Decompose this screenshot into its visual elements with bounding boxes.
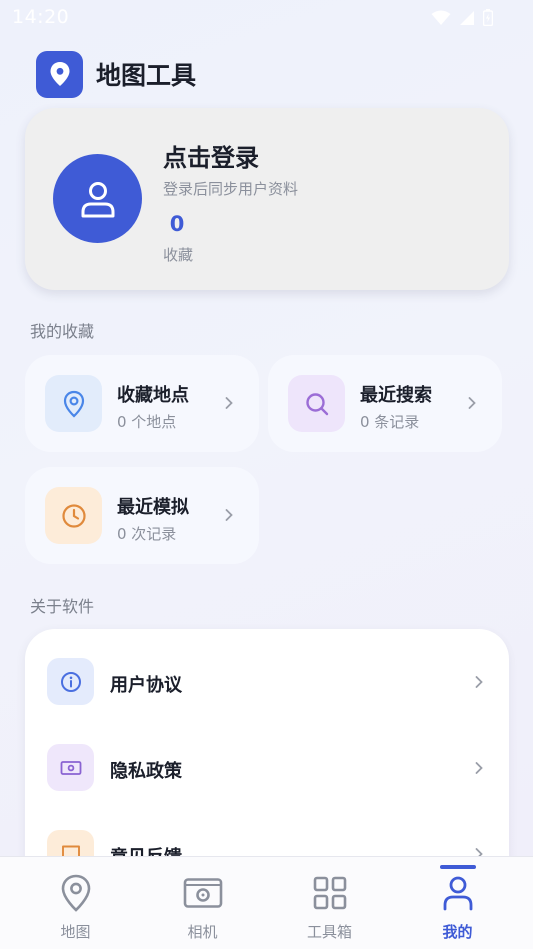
user-agreement-item[interactable]: 用户协议 [25, 638, 509, 708]
map-pin-icon [50, 62, 69, 86]
about-item-label: 隐私政策 [110, 761, 182, 782]
map-pin-icon [56, 873, 96, 913]
chevron-right-icon [471, 758, 487, 778]
tab-map[interactable]: 地图 [9, 857, 142, 949]
active-tab-indicator [439, 865, 476, 869]
fav-icon-box [45, 375, 102, 432]
chevron-right-icon [221, 505, 237, 525]
status-bar: 14:20 [0, 0, 533, 34]
battery-icon [483, 9, 493, 26]
about-card: 用户协议 隐私政策 意见反馈 [25, 629, 509, 889]
favorite-places-card[interactable]: 收藏地点 0 个地点 [25, 355, 259, 452]
user-icon [81, 181, 114, 217]
fav-card-title: 收藏地点 [117, 385, 189, 406]
about-section-title: 关于软件 [30, 597, 95, 616]
tab-label: 相机 [187, 923, 218, 941]
tab-label: 我的 [442, 923, 473, 941]
app-logo [36, 50, 83, 98]
app-header: 地图工具 [36, 50, 196, 98]
clock-icon [61, 503, 86, 528]
status-icons [431, 9, 493, 26]
fav-card-title: 最近搜索 [360, 385, 432, 406]
search-icon [305, 392, 328, 415]
chevron-right-icon [221, 393, 237, 413]
location-pin-icon [63, 390, 84, 417]
privacy-icon [60, 760, 81, 775]
login-title[interactable]: 点击登录 [163, 138, 259, 173]
about-icon-box [47, 744, 94, 791]
tab-label: 工具箱 [306, 923, 352, 941]
fav-icon-box [45, 487, 102, 544]
wifi-icon [431, 10, 451, 25]
user-icon [438, 873, 478, 913]
info-icon [60, 671, 81, 692]
fav-card-subtitle: 0 条记录 [360, 413, 420, 431]
tab-mine[interactable]: 我的 [391, 857, 524, 949]
login-subtitle: 登录后同步用户资料 [163, 180, 299, 198]
tab-label: 地图 [60, 923, 91, 941]
recent-simulations-card[interactable]: 最近模拟 0 次记录 [25, 467, 259, 564]
grid-icon [310, 873, 350, 913]
about-item-label: 用户协议 [110, 675, 182, 696]
signal-icon [460, 10, 474, 25]
bottom-tab-bar: 地图 相机 工具箱 我的 [0, 856, 533, 949]
fav-icon-box [288, 375, 345, 432]
tab-toolbox[interactable]: 工具箱 [263, 857, 396, 949]
recent-searches-card[interactable]: 最近搜索 0 条记录 [268, 355, 502, 452]
app-title: 地图工具 [96, 61, 197, 90]
fav-card-title: 最近模拟 [117, 497, 189, 518]
avatar[interactable] [53, 154, 142, 243]
favorites-count: 0 [169, 212, 185, 236]
chevron-right-icon [464, 393, 480, 413]
status-time: 14:20 [12, 6, 70, 28]
about-icon-box [47, 658, 94, 705]
fav-card-subtitle: 0 次记录 [117, 525, 177, 543]
privacy-policy-item[interactable]: 隐私政策 [25, 724, 509, 794]
tab-camera[interactable]: 相机 [136, 857, 269, 949]
favorites-section-title: 我的收藏 [30, 322, 95, 341]
favorites-count-label: 收藏 [163, 246, 194, 264]
camera-icon [183, 873, 223, 913]
chevron-right-icon [471, 672, 487, 692]
fav-card-subtitle: 0 个地点 [117, 413, 177, 431]
login-card[interactable]: 点击登录 登录后同步用户资料 0 收藏 [25, 108, 509, 290]
